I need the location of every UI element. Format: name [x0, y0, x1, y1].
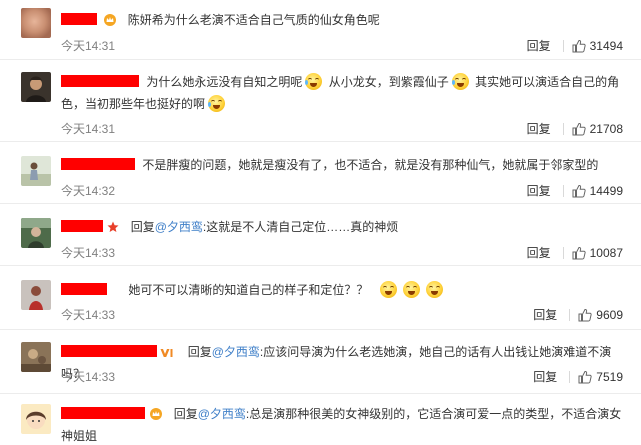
comment-body: 陈妍希为什么老演不适合自己气质的仙女角色呢 [61, 9, 625, 31]
comment-item: 不是胖瘦的问题，她就是瘦没有了，也不适合，就是没有那种仙气，她就属于邻家型的 今… [0, 142, 641, 204]
comment-item: 回复@夕西鸾:应该问导演为什么老选她演，她自己的话有人出钱让她演难道不演吗？ 今… [0, 330, 641, 394]
thumbs-up-icon [572, 122, 586, 135]
like-button[interactable]: 21708 [572, 122, 623, 136]
redacted-username[interactable] [61, 13, 97, 25]
like-count: 21708 [589, 121, 623, 136]
grin-emoji-icon [379, 281, 397, 298]
divider [562, 122, 564, 135]
comment-actions: 回复 21708 [527, 120, 623, 137]
redacted-username[interactable] [61, 158, 135, 170]
mention-link[interactable]: @夕西鸾 [155, 220, 203, 234]
avatar[interactable] [21, 156, 51, 186]
comment-body: 回复@夕西鸾:这就是不人清自己定位……真的神烦 [61, 216, 625, 238]
reply-button[interactable]: 回复 [527, 244, 551, 261]
laugh-cry-emoji-icon [451, 73, 469, 90]
like-count: 7519 [596, 369, 623, 384]
star-badge-icon [107, 218, 119, 232]
thumbs-up-icon [572, 246, 586, 259]
comment-actions: 回复 10087 [527, 244, 623, 261]
crown-badge-icon [150, 405, 163, 420]
comment-item: 回复@夕西鸾:这就是不人清自己定位……真的神烦 今天14:33 回复 10087 [0, 204, 641, 266]
redacted-username[interactable] [61, 407, 145, 419]
comment-text: 从小龙女，到紫霞仙子 [328, 75, 449, 89]
comment-time: 今天14:33 [61, 246, 116, 260]
redacted-username[interactable] [61, 345, 157, 357]
comment-time: 今天14:31 [61, 39, 116, 53]
divider [562, 39, 564, 52]
comment-body: 回复@夕西鸾:总是演那种很美的女神级别的，它适合演可爱一点的类型，不适合演女神姐… [61, 403, 625, 445]
avatar[interactable] [21, 8, 51, 38]
comment-text: 为什么她永远没有自知之明呢 [146, 75, 303, 89]
reply-prefix: 回复 [130, 220, 155, 234]
reply-button[interactable]: 回复 [527, 182, 551, 199]
avatar[interactable] [21, 280, 51, 310]
reply-button[interactable]: 回复 [527, 120, 551, 137]
thumbs-up-icon [578, 308, 592, 321]
like-button[interactable]: 7519 [578, 370, 623, 384]
reply-button[interactable]: 回复 [533, 368, 557, 385]
comment-text: :总是演那种很美的女神级别的，它适合演可爱一点的类型，不适合演女神姐姐 [61, 407, 622, 443]
laugh-cry-emoji-icon [208, 95, 226, 112]
comment-actions: 回复 7519 [533, 368, 623, 385]
thumbs-up-icon [572, 184, 586, 197]
comment-actions: 回复 14499 [527, 182, 623, 199]
avatar[interactable] [21, 404, 51, 434]
crown-badge-icon [104, 11, 117, 26]
redacted-username[interactable] [61, 220, 103, 232]
comment-body: 为什么她永远没有自知之明呢 从小龙女，到紫霞仙子 其实她可以演适合自己的角色，当… [61, 71, 625, 115]
reply-prefix: 回复 [187, 345, 212, 359]
like-button[interactable]: 31494 [572, 39, 623, 53]
comment-time: 今天14:31 [61, 122, 116, 136]
comment-time: 今天14:33 [61, 370, 116, 384]
comment-text: 陈妍希为什么老演不适合自己气质的仙女角色呢 [127, 13, 380, 27]
thumbs-up-icon [572, 39, 586, 52]
grin-emoji-icon [425, 281, 443, 298]
like-count: 14499 [589, 183, 623, 198]
redacted-username[interactable] [61, 75, 139, 87]
comment-body: 她可不可以清晰的知道自己的样子和定位？？ [61, 279, 625, 301]
like-button[interactable]: 14499 [572, 184, 623, 198]
comment-time: 今天14:32 [61, 184, 116, 198]
divider [569, 308, 571, 321]
avatar[interactable] [21, 72, 51, 102]
like-count: 31494 [589, 38, 623, 53]
laugh-cry-emoji-icon [305, 73, 323, 90]
divider [562, 184, 564, 197]
like-button[interactable]: 9609 [578, 308, 623, 322]
comment-actions: 回复 31494 [527, 37, 623, 54]
like-button[interactable]: 10087 [572, 246, 623, 260]
reply-button[interactable]: 回复 [527, 37, 551, 54]
comment-item: 她可不可以清晰的知道自己的样子和定位？？ 今天14:33 回复 9609 [0, 266, 641, 330]
reply-button[interactable]: 回复 [533, 306, 557, 323]
comment-item: 陈妍希为什么老演不适合自己气质的仙女角色呢 今天14:31 回复 31494 [0, 0, 641, 60]
mention-link[interactable]: @夕西鸾 [198, 407, 246, 421]
grin-emoji-icon [402, 281, 420, 298]
avatar[interactable] [21, 218, 51, 248]
redacted-username[interactable] [61, 283, 107, 295]
divider [569, 370, 571, 383]
reply-prefix: 回复 [173, 407, 198, 421]
avatar[interactable] [21, 342, 51, 372]
mention-link[interactable]: @夕西鸾 [212, 345, 260, 359]
comment-item: 为什么她永远没有自知之明呢 从小龙女，到紫霞仙子 其实她可以演适合自己的角色，当… [0, 60, 641, 142]
vip-badge-icon [160, 343, 176, 357]
thumbs-up-icon [578, 370, 592, 383]
comment-body: 不是胖瘦的问题，她就是瘦没有了，也不适合，就是没有那种仙气，她就属于邻家型的 [61, 154, 625, 176]
comment-text: :这就是不人清自己定位……真的神烦 [202, 220, 399, 234]
comment-item: 回复@夕西鸾:总是演那种很美的女神级别的，它适合演可爱一点的类型，不适合演女神姐… [0, 394, 641, 445]
comment-text: 她可不可以清晰的知道自己的样子和定位？？ [128, 283, 369, 297]
comment-text: 不是胖瘦的问题，她就是瘦没有了，也不适合，就是没有那种仙气，她就属于邻家型的 [142, 158, 599, 172]
divider [562, 246, 564, 259]
comment-actions: 回复 9609 [533, 306, 623, 323]
like-count: 9609 [596, 307, 623, 322]
like-count: 10087 [589, 245, 623, 260]
comment-time: 今天14:33 [61, 308, 116, 322]
